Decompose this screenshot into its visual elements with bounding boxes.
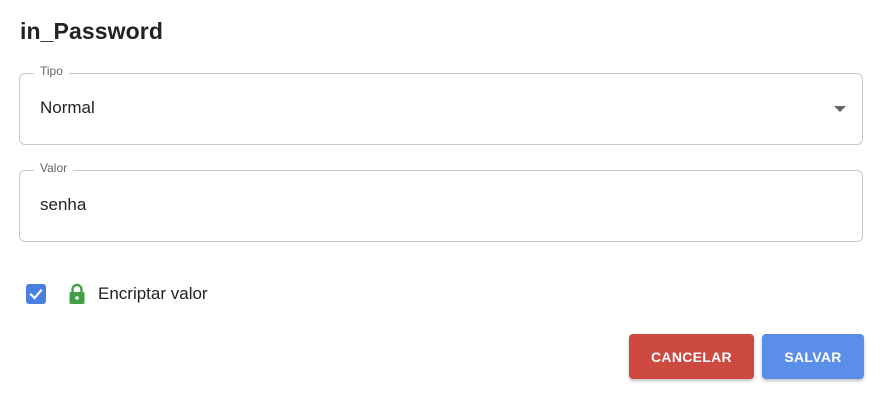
encrypt-checkbox[interactable] xyxy=(26,284,46,304)
checkmark-icon xyxy=(29,288,43,300)
cancel-button[interactable]: CANCELAR xyxy=(629,334,754,379)
save-button[interactable]: SALVAR xyxy=(762,334,864,379)
valor-value[interactable]: senha xyxy=(40,195,86,215)
dialog-title: in_Password xyxy=(20,18,163,44)
valor-input[interactable]: Valor senha xyxy=(19,161,863,242)
lock-icon xyxy=(66,282,88,306)
valor-label: Valor xyxy=(34,161,74,175)
tipo-label: Tipo xyxy=(34,64,69,78)
dropdown-arrow-icon[interactable] xyxy=(834,106,846,112)
encrypt-option: Encriptar valor xyxy=(26,282,208,306)
encrypt-label: Encriptar valor xyxy=(98,284,208,303)
tipo-select[interactable]: Tipo Normal xyxy=(19,64,863,145)
tipo-selected-value: Normal xyxy=(40,98,95,117)
parameter-dialog: in_Password Tipo Normal Valor senha Encr… xyxy=(0,0,886,398)
